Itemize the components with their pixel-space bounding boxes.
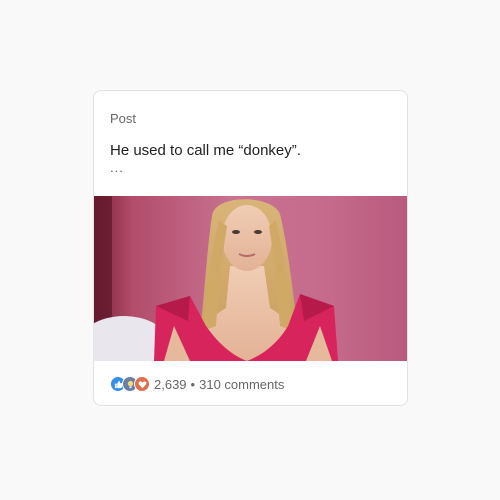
post-title[interactable]: He used to call me “donkey”. <box>110 141 391 161</box>
more-indicator: ... <box>110 160 124 175</box>
post-image-illustration <box>94 196 407 361</box>
engagement-bar: 2,639 • 310 comments <box>110 374 284 394</box>
stats-separator: • <box>190 376 196 392</box>
comments-link[interactable]: 310 comments <box>199 377 284 392</box>
reaction-count[interactable]: 2,639 <box>154 377 187 392</box>
post-card[interactable]: Post He used to call me “donkey”. ... 2,… <box>93 90 408 406</box>
love-icon <box>134 376 150 392</box>
post-kicker: Post <box>110 111 137 126</box>
post-header: Post He used to call me “donkey”. ... <box>94 91 407 175</box>
reaction-icons[interactable] <box>110 376 150 392</box>
post-image[interactable] <box>94 196 407 361</box>
engagement-stats: 2,639 • 310 comments <box>154 377 284 392</box>
